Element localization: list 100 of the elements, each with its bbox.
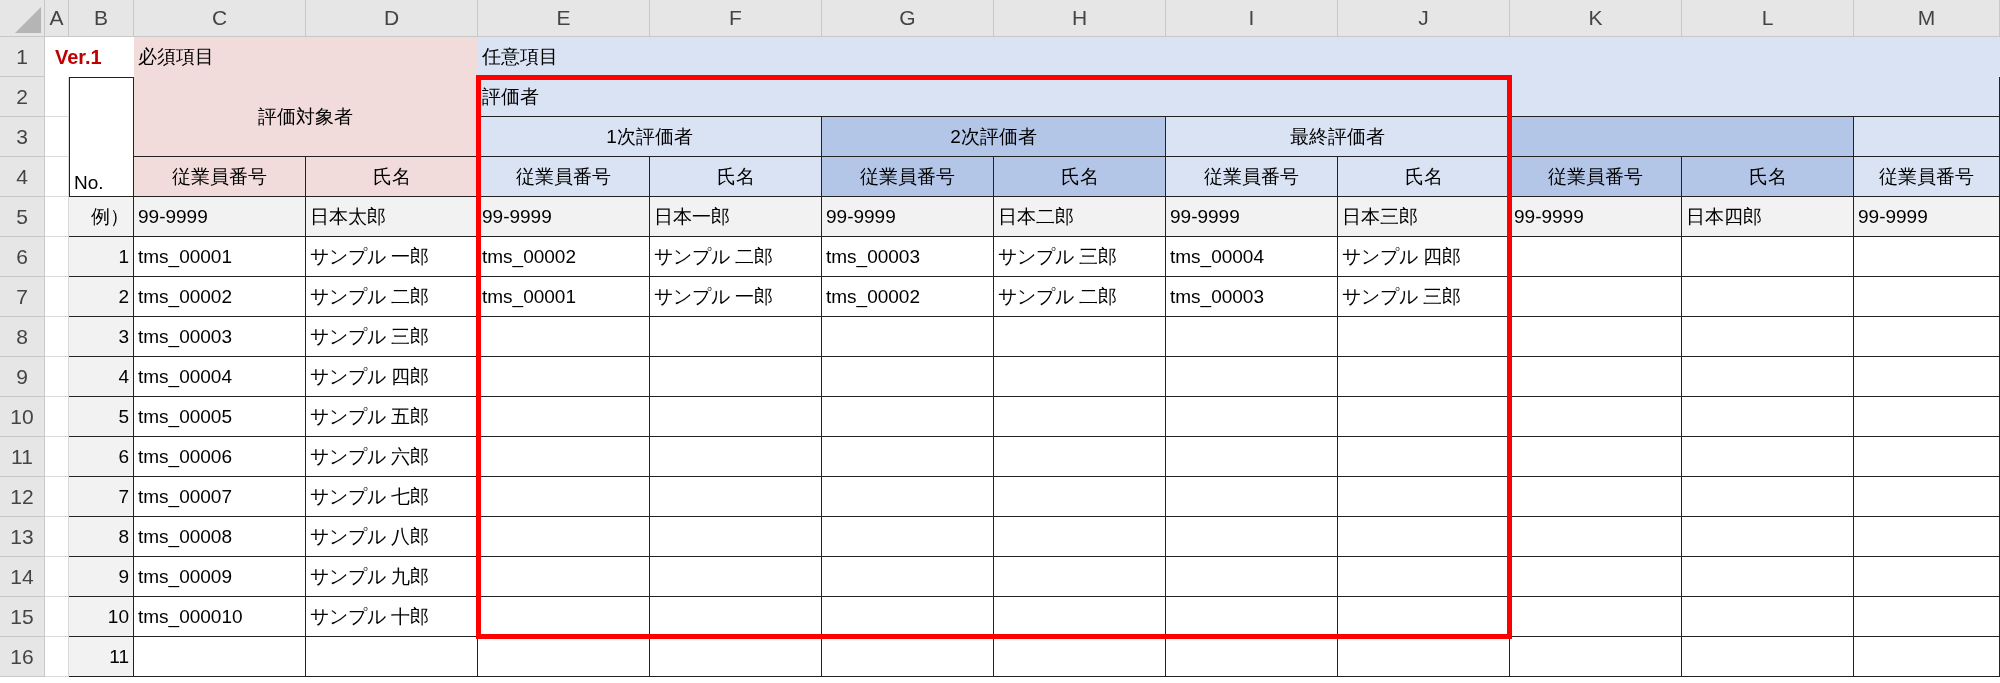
table-cell: 4	[69, 357, 134, 397]
column-header[interactable]: C	[134, 0, 306, 37]
table-cell: tms_00002	[822, 277, 994, 317]
row-header[interactable]: 12	[0, 477, 45, 517]
table-cell: tms_00004	[134, 357, 306, 397]
header-cell: 従業員番号	[1166, 157, 1338, 197]
table-cell: 日本四郎	[1682, 197, 1854, 237]
table-cell: tms_00004	[1166, 237, 1338, 277]
table-cell: 例）	[69, 197, 134, 237]
header-cell: 従業員番号	[134, 157, 306, 197]
table-cell: 3	[69, 317, 134, 357]
table-cell: tms_00001	[134, 237, 306, 277]
table-cell: 1	[69, 237, 134, 277]
section-label: 任意項目	[478, 37, 2000, 77]
table-cell: 8	[69, 517, 134, 557]
table-cell: tms_00005	[134, 397, 306, 437]
row-header[interactable]: 16	[0, 637, 45, 677]
table-cell: サンプル 二郎	[650, 237, 822, 277]
table-cell: サンプル 五郎	[306, 397, 478, 437]
table-cell: サンプル 八郎	[306, 517, 478, 557]
table-cell: tms_00006	[134, 437, 306, 477]
header-cell: 評価者	[478, 77, 2000, 117]
select-all-icon[interactable]	[15, 7, 41, 33]
table-cell: サンプル 四郎	[1338, 237, 1510, 277]
row-header[interactable]: 9	[0, 357, 45, 397]
row-header[interactable]: 3	[0, 117, 45, 157]
table-cell: 6	[69, 437, 134, 477]
version-label: Ver.1	[54, 44, 103, 70]
empty-cell	[45, 117, 69, 157]
row-header[interactable]: 11	[0, 437, 45, 477]
column-header[interactable]: G	[822, 0, 994, 37]
header-cell: 氏名	[994, 157, 1166, 197]
empty-cell	[45, 637, 69, 677]
column-header[interactable]: J	[1338, 0, 1510, 37]
table-cell: 2	[69, 277, 134, 317]
empty-cell	[45, 477, 69, 517]
header-cell: 1次評価者	[478, 117, 822, 157]
table-cell: サンプル 三郎	[306, 317, 478, 357]
empty-cell	[45, 157, 69, 197]
column-header[interactable]: K	[1510, 0, 1682, 37]
empty-cell	[45, 77, 69, 117]
table-cell: サンプル 三郎	[994, 237, 1166, 277]
table-cell: 99-9999	[1510, 197, 1682, 237]
row-header[interactable]: 4	[0, 157, 45, 197]
column-header[interactable]: B	[69, 0, 134, 37]
table-cell: tms_00001	[478, 277, 650, 317]
row-header[interactable]: 6	[0, 237, 45, 277]
row-header[interactable]: 5	[0, 197, 45, 237]
table-cell: tms_00008	[134, 517, 306, 557]
table-cell: tms_00002	[478, 237, 650, 277]
table-cell: 5	[69, 397, 134, 437]
row-header[interactable]: 10	[0, 397, 45, 437]
table-cell: サンプル 二郎	[994, 277, 1166, 317]
table-cell: 99-9999	[478, 197, 650, 237]
row-header[interactable]: 13	[0, 517, 45, 557]
row-header[interactable]: 14	[0, 557, 45, 597]
table-cell: 99-9999	[822, 197, 994, 237]
section-label: 必須項目	[134, 37, 478, 77]
table-cell: 9	[69, 557, 134, 597]
header-cell: 氏名	[306, 157, 478, 197]
table-cell: 99-9999	[1166, 197, 1338, 237]
table-cell: tms_00003	[822, 237, 994, 277]
table-cell: 7	[69, 477, 134, 517]
table-cell: tms_00009	[134, 557, 306, 597]
header-cell: No.	[69, 77, 134, 197]
column-header[interactable]: M	[1854, 0, 2000, 37]
column-header[interactable]: H	[994, 0, 1166, 37]
empty-cell	[45, 597, 69, 637]
column-header[interactable]: D	[306, 0, 478, 37]
table-cell: tms_00003	[134, 317, 306, 357]
header-cell: 従業員番号	[1854, 157, 2000, 197]
column-header[interactable]: A	[45, 0, 69, 37]
header-cell: 従業員番号	[1510, 157, 1682, 197]
empty-cell	[45, 357, 69, 397]
row-header[interactable]: 15	[0, 597, 45, 637]
empty-cell	[45, 237, 69, 277]
row-header[interactable]: 8	[0, 317, 45, 357]
table-cell: tms_00003	[1166, 277, 1338, 317]
row-header[interactable]: 1	[0, 37, 45, 77]
table-cell: 99-9999	[134, 197, 306, 237]
header-cell: 評価対象者	[134, 77, 478, 157]
empty-cell	[45, 317, 69, 357]
empty-cell	[45, 397, 69, 437]
header-cell: 氏名	[650, 157, 822, 197]
row-header[interactable]: 2	[0, 77, 45, 117]
table-cell: サンプル 七郎	[306, 477, 478, 517]
column-header[interactable]: F	[650, 0, 822, 37]
table-cell: 日本三郎	[1338, 197, 1510, 237]
table-cell: サンプル 九郎	[306, 557, 478, 597]
column-header[interactable]: I	[1166, 0, 1338, 37]
header-cell: 2次評価者	[822, 117, 1166, 157]
column-header[interactable]: E	[478, 0, 650, 37]
header-cell: 従業員番号	[478, 157, 650, 197]
column-header[interactable]: L	[1682, 0, 1854, 37]
table-cell: tms_00002	[134, 277, 306, 317]
header-cell: 従業員番号	[822, 157, 994, 197]
table-cell: 日本太郎	[306, 197, 478, 237]
row-header[interactable]: 7	[0, 277, 45, 317]
table-cell: 日本二郎	[994, 197, 1166, 237]
table-cell: tms_00007	[134, 477, 306, 517]
